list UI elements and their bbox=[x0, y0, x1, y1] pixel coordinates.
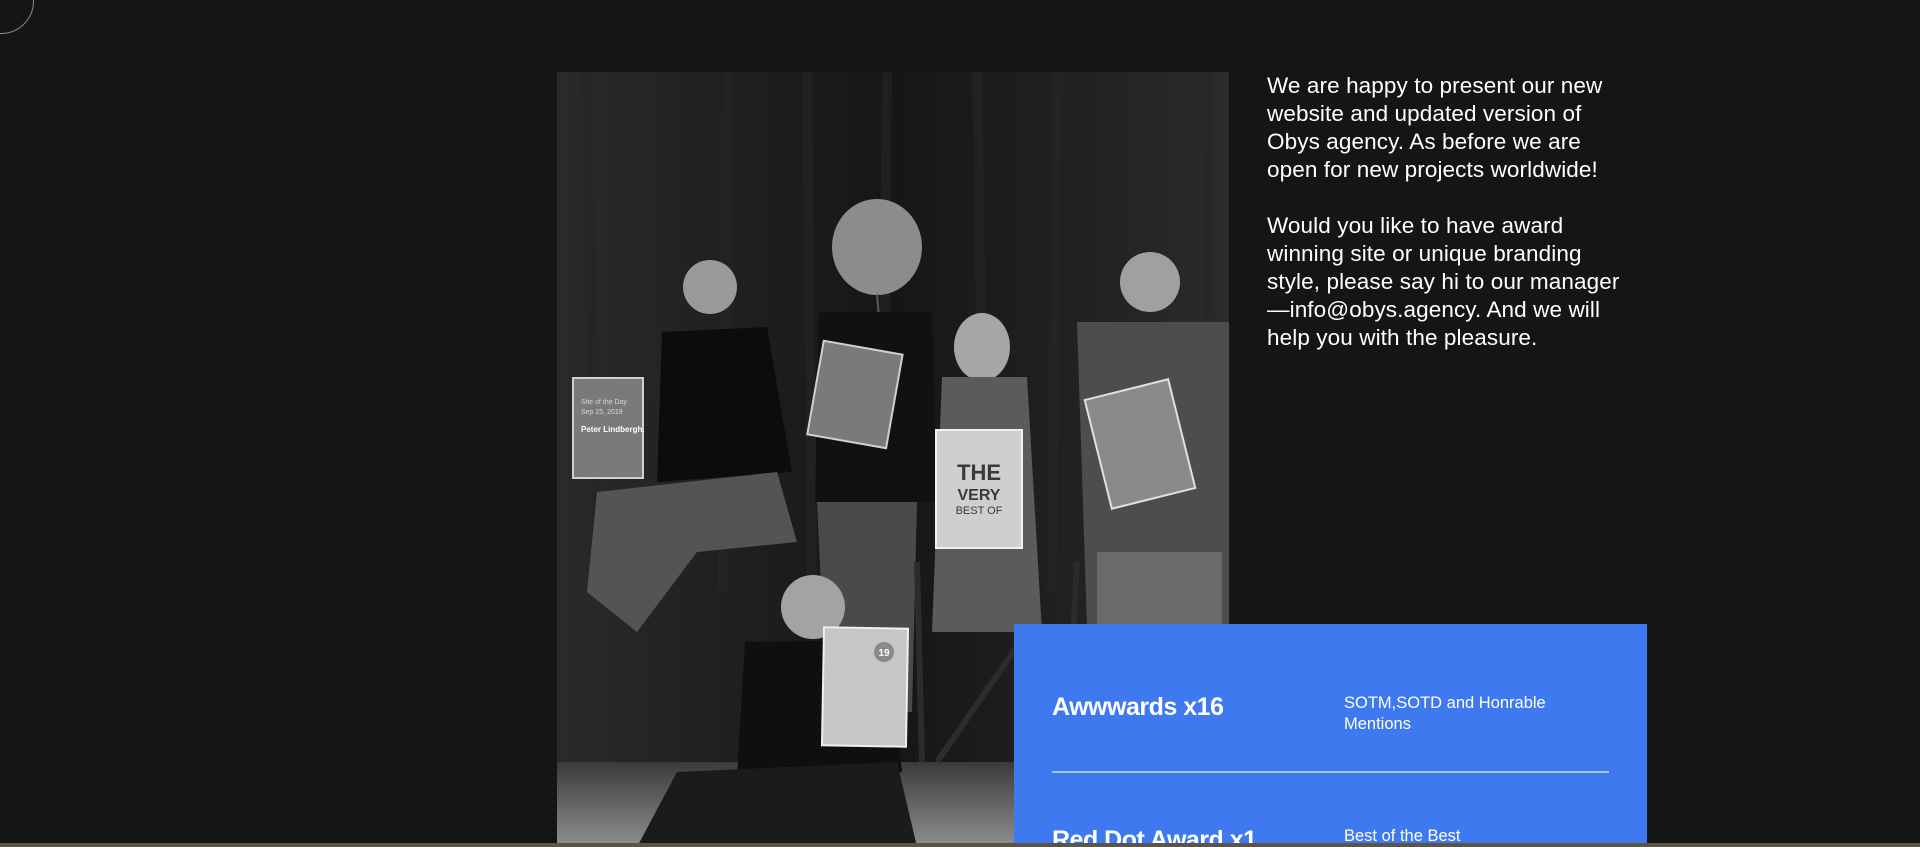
award-row: Awwwards x16 SOTM,SOTD and Honrable Ment… bbox=[1052, 624, 1609, 774]
svg-text:THE: THE bbox=[957, 460, 1001, 485]
award-row: Red Dot Award x1 Best of the Best bbox=[1052, 774, 1609, 847]
page: Site of the Day Sep 25, 2019 Peter Lindb… bbox=[0, 0, 1920, 847]
cursor-circle bbox=[0, 0, 34, 34]
svg-text:19: 19 bbox=[878, 648, 890, 659]
bottom-edge bbox=[0, 843, 1920, 847]
awards-card: Awwwards x16 SOTM,SOTD and Honrable Ment… bbox=[1014, 624, 1647, 847]
award-title: Awwwards x16 bbox=[1052, 693, 1224, 721]
svg-text:VERY: VERY bbox=[958, 487, 1001, 504]
intro-paragraph-1: We are happy to present our new website … bbox=[1267, 73, 1603, 182]
intro-text: We are happy to present our new website … bbox=[1267, 72, 1627, 352]
svg-text:Peter Lindbergh.: Peter Lindbergh. bbox=[581, 425, 645, 434]
award-divider bbox=[1052, 771, 1609, 773]
svg-text:Sep 25, 2019: Sep 25, 2019 bbox=[581, 409, 623, 416]
cert-sotd-text: Site of the Day bbox=[581, 399, 627, 406]
award-description: SOTM,SOTD and Honrable Mentions bbox=[1344, 694, 1546, 733]
svg-text:BEST OF: BEST OF bbox=[956, 505, 1003, 517]
intro-paragraph-2: Would you like to have award winning sit… bbox=[1267, 213, 1620, 350]
